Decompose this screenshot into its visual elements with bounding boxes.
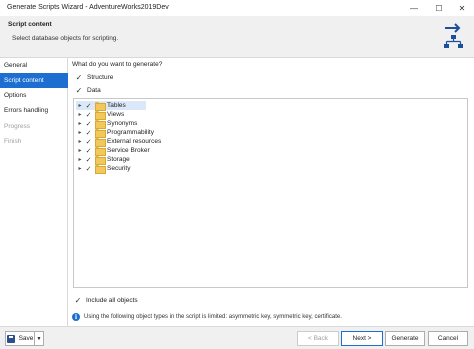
cancel-button[interactable]: Cancel xyxy=(428,331,468,346)
window-title: Generate Scripts Wizard - AdventureWorks… xyxy=(7,4,169,11)
folder-icon xyxy=(95,120,106,129)
wizard-nav: General Script content Options Errors ha… xyxy=(0,58,68,326)
tree-item-storage[interactable]: ▸ ✓ Storage xyxy=(76,155,130,165)
include-all-checkbox[interactable]: ✓ Include all objects xyxy=(74,295,138,305)
tree-item-label: Storage xyxy=(107,156,130,163)
close-button[interactable]: ✕ xyxy=(452,1,472,15)
page-title: Script content xyxy=(8,21,52,28)
wizard-footer: Save ▼ < Back Next > Generate Cancel xyxy=(0,326,474,349)
generate-button[interactable]: Generate xyxy=(385,331,425,346)
nav-item-progress: Progress xyxy=(4,123,31,130)
checkmark-icon[interactable]: ✓ xyxy=(84,137,93,146)
folder-icon xyxy=(95,138,106,147)
structure-label: Structure xyxy=(87,73,114,81)
checkmark-icon: ✓ xyxy=(75,72,83,82)
folder-icon xyxy=(95,111,106,120)
nav-item-finish: Finish xyxy=(4,138,22,145)
structure-checkbox[interactable]: ✓ Structure xyxy=(75,72,114,82)
checkmark-icon[interactable]: ✓ xyxy=(84,110,93,119)
minimize-button[interactable]: — xyxy=(404,1,424,15)
page-subtitle: Select database objects for scripting. xyxy=(12,35,119,42)
tree-item-programmability[interactable]: ▸ ✓ Programmability xyxy=(76,128,154,138)
tree-item-label: Security xyxy=(107,165,131,172)
tree-item-label: External resources xyxy=(107,138,162,145)
expand-icon[interactable]: ▸ xyxy=(76,164,84,173)
tree-item-external-resources[interactable]: ▸ ✓ External resources xyxy=(76,137,162,147)
tree-item-label: Service Broker xyxy=(107,147,150,154)
expand-icon[interactable]: ▸ xyxy=(76,155,84,164)
tree-item-label: Programmability xyxy=(107,129,154,136)
tree-item-views[interactable]: ▸ ✓ Views xyxy=(76,110,125,120)
nav-item-errors-handling[interactable]: Errors handling xyxy=(0,103,68,118)
tree-item-label: Synonyms xyxy=(107,120,138,127)
save-button[interactable]: Save xyxy=(5,331,35,346)
nav-item-general[interactable]: General xyxy=(0,58,68,73)
save-icon xyxy=(6,334,15,343)
info-text: Using the following object types in the … xyxy=(84,314,342,320)
maximize-button[interactable]: ☐ xyxy=(429,1,449,15)
tree-item-service-broker[interactable]: ▸ ✓ Service Broker xyxy=(76,146,150,156)
info-message: i Using the following object types in th… xyxy=(72,312,342,322)
tree-item-security[interactable]: ▸ ✓ Security xyxy=(76,164,131,174)
back-button[interactable]: < Back xyxy=(297,331,339,346)
folder-icon xyxy=(95,129,106,138)
tree-item-synonyms[interactable]: ▸ ✓ Synonyms xyxy=(76,119,138,129)
checkmark-icon[interactable]: ✓ xyxy=(84,101,93,110)
checkmark-icon[interactable]: ✓ xyxy=(84,128,93,137)
expand-icon[interactable]: ▸ xyxy=(76,137,84,146)
include-all-label: Include all objects xyxy=(86,296,138,304)
generate-question-label: What do you want to generate? xyxy=(72,61,163,68)
object-tree[interactable]: ▸ ✓ Tables ▸ ✓ Views ▸ ✓ Synonyms ▸ ✓ Pr… xyxy=(73,98,468,288)
tree-item-tables[interactable]: ▸ ✓ Tables xyxy=(76,101,146,111)
nav-item-script-content[interactable]: Script content xyxy=(0,73,68,88)
checkmark-icon[interactable]: ✓ xyxy=(84,146,93,155)
wizard-header: Script content Select database objects f… xyxy=(0,16,474,58)
checkmark-icon[interactable]: ✓ xyxy=(84,164,93,173)
tree-item-label: Tables xyxy=(107,102,126,109)
expand-icon[interactable]: ▸ xyxy=(76,119,84,128)
expand-icon[interactable]: ▸ xyxy=(76,128,84,137)
data-label: Data xyxy=(87,86,101,94)
checkmark-icon[interactable]: ✓ xyxy=(84,155,93,164)
tree-item-label: Views xyxy=(107,111,125,118)
expand-icon[interactable]: ▸ xyxy=(76,101,84,110)
checkmark-icon: ✓ xyxy=(74,295,82,305)
chevron-down-icon: ▼ xyxy=(36,335,42,342)
title-bar: Generate Scripts Wizard - AdventureWorks… xyxy=(0,0,474,16)
folder-icon xyxy=(95,147,106,156)
expand-icon[interactable]: ▸ xyxy=(76,110,84,119)
checkmark-icon[interactable]: ✓ xyxy=(84,119,93,128)
script-content-panel: What do you want to generate? ✓ Structur… xyxy=(68,58,474,326)
info-icon: i xyxy=(72,313,80,321)
folder-icon xyxy=(95,102,106,111)
schema-flow-icon xyxy=(444,23,463,48)
save-label: Save xyxy=(18,335,34,342)
checkmark-icon: ✓ xyxy=(75,85,83,95)
save-dropdown-button[interactable]: ▼ xyxy=(35,331,44,346)
folder-icon xyxy=(95,165,106,174)
folder-icon xyxy=(95,156,106,165)
expand-icon[interactable]: ▸ xyxy=(76,146,84,155)
data-checkbox[interactable]: ✓ Data xyxy=(75,85,101,95)
nav-item-options[interactable]: Options xyxy=(0,88,68,103)
next-button[interactable]: Next > xyxy=(341,331,383,346)
